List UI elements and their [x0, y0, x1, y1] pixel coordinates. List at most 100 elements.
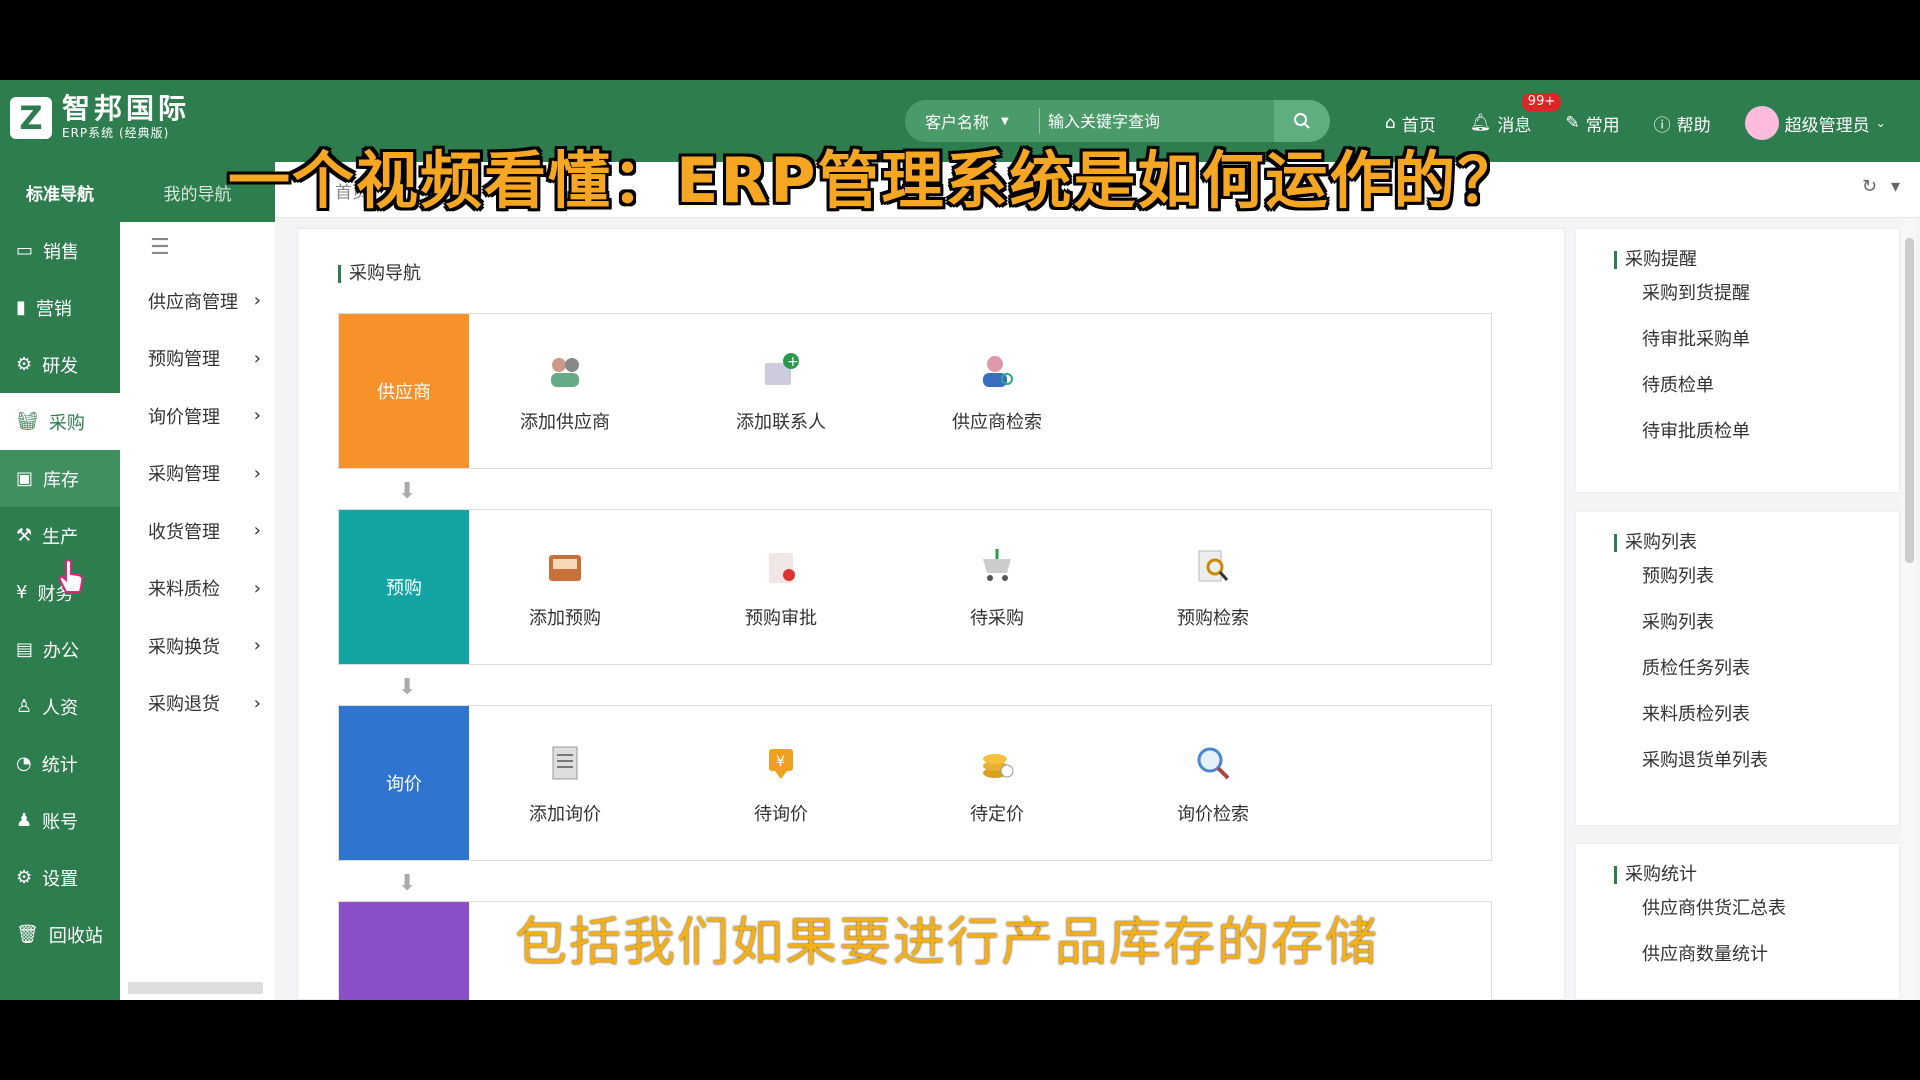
- supplier-search-button[interactable]: 供应商检索: [917, 314, 1077, 468]
- sidebar-item-account[interactable]: ♟ 账号: [0, 792, 120, 849]
- search-input[interactable]: [1040, 111, 1274, 131]
- sidebar-item-settings[interactable]: ⚙ 设置: [0, 849, 120, 906]
- flow-cell-label: 待定价: [970, 804, 1024, 825]
- panel-link[interactable]: 待审批质检单: [1642, 407, 1899, 453]
- tab-standard-nav[interactable]: 标准导航: [0, 162, 120, 222]
- sidebar-item-label: 研发: [42, 355, 79, 377]
- avatar: [1744, 106, 1779, 140]
- panel-link[interactable]: 采购退货单列表: [1642, 736, 1899, 782]
- user-name: 超级管理员: [1784, 115, 1870, 136]
- flow-head: [339, 902, 469, 1000]
- subnav-item[interactable]: 采购换货 ›: [120, 617, 275, 675]
- sidebar-item-office[interactable]: ▤ 办公: [0, 621, 120, 678]
- sidebar-item-marketing[interactable]: ▮ 营销: [0, 279, 120, 336]
- subnav-item[interactable]: 收货管理 ›: [120, 502, 275, 560]
- panel-purchase-reminders: 采购提醒 采购到货提醒 待审批采购单 待质检单 待审批质检单: [1575, 228, 1900, 493]
- panel-title: 采购列表: [1614, 534, 1899, 552]
- panel-link[interactable]: 供应商供货汇总表: [1642, 884, 1899, 930]
- panel-link[interactable]: 待质检单: [1642, 361, 1899, 407]
- scrollbar-thumb[interactable]: [1905, 238, 1914, 563]
- panel-link[interactable]: 来料质检列表: [1642, 690, 1899, 736]
- prepurchase-search-button[interactable]: 预购检索: [1133, 510, 1293, 664]
- pending-inquiry-button[interactable]: ¥ 待询价: [701, 706, 861, 860]
- chevron-right-icon: ›: [253, 462, 261, 484]
- panel-purchase-stats: 采购统计 供应商供货汇总表 供应商数量统计: [1575, 843, 1900, 1000]
- sidebar-item-hr[interactable]: ♙ 人资: [0, 678, 120, 735]
- sidebar-item-inventory[interactable]: ▣ 库存: [0, 450, 120, 507]
- arrow-down-icon: ⬇: [398, 675, 417, 700]
- flow-cell-label: 添加询价: [529, 804, 601, 825]
- prepurchase-approval-button[interactable]: 预购审批: [701, 510, 861, 664]
- flow-cell-label: 添加预购: [529, 608, 601, 629]
- flow-head: 询价: [339, 706, 469, 860]
- subnav-item[interactable]: 预购管理 ›: [120, 330, 275, 388]
- rnd-icon: ⚙: [16, 354, 33, 375]
- hand-cursor-icon: [58, 558, 84, 593]
- magnifier-doc-icon: [1190, 544, 1236, 590]
- sidebar-item-label: 销售: [43, 241, 80, 263]
- add-contact-button[interactable]: + 添加联系人: [701, 314, 861, 468]
- subnav-item[interactable]: 询价管理 ›: [120, 387, 275, 445]
- nav-favorites[interactable]: ✎ 常用: [1565, 111, 1619, 136]
- chart-icon: ▮: [16, 297, 26, 318]
- coins-icon: [974, 740, 1020, 786]
- logo-sub: ERP系统 (经典版): [62, 126, 170, 140]
- help-icon: ⓘ: [1653, 115, 1671, 136]
- sidebar-item-rnd[interactable]: ⚙ 研发: [0, 336, 120, 393]
- sub-sidebar: 我的导航 ☰ 供应商管理 › 预购管理 › 询价管理 › 采购管理 › 收货管理 › 来料…: [120, 162, 275, 1000]
- subnav-item-label: 预购管理: [148, 349, 220, 371]
- subnav-item-label: 采购退货: [148, 694, 220, 716]
- collapse-menu-icon[interactable]: ☰: [120, 222, 275, 272]
- panel-link[interactable]: 质检任务列表: [1642, 644, 1899, 690]
- nav-favorites-label: 常用: [1585, 115, 1620, 136]
- sidebar-item-label: 库存: [43, 469, 80, 491]
- sidebar-item-label: 设置: [42, 868, 79, 890]
- settings-icon: ⚙: [16, 867, 33, 888]
- chevron-down-icon[interactable]: ▾: [1891, 176, 1900, 197]
- tool-icon: ✎: [1565, 113, 1580, 133]
- logo-mark-icon: Z: [10, 96, 52, 139]
- arrow-down-icon: ⬇: [398, 479, 417, 504]
- inquiry-search-button[interactable]: 询价检索: [1133, 706, 1293, 860]
- sidebar-item-sales[interactable]: ▭ 销售: [0, 222, 120, 279]
- sidebar-item-stats[interactable]: ◔ 统计: [0, 735, 120, 792]
- right-panels: 采购提醒 采购到货提醒 待审批采购单 待质检单 待审批质检单 采购列表 预购列表…: [1575, 228, 1900, 1000]
- cart-icon: [974, 544, 1020, 590]
- yen-icon: ¥: [16, 582, 28, 603]
- chevron-right-icon: ›: [253, 347, 261, 369]
- panel-link[interactable]: 采购到货提醒: [1642, 269, 1899, 315]
- add-supplier-button[interactable]: 添加供应商: [485, 314, 645, 468]
- subnav-item[interactable]: 采购管理 ›: [120, 445, 275, 503]
- panel-link[interactable]: 待审批采购单: [1642, 315, 1899, 361]
- sidebar-item-production[interactable]: ⚒ 生产: [0, 507, 120, 564]
- subnav-item-label: 来料质检: [148, 579, 220, 601]
- subnav-item[interactable]: 来料质检 ›: [120, 560, 275, 618]
- add-prepurchase-button[interactable]: 添加预购: [485, 510, 645, 664]
- horizontal-scrollbar[interactable]: [128, 982, 263, 994]
- purchase-nav-panel: 采购导航 供应商 添加供应商 + 添加联系人 供应商检索 ⬇ 预购 添加预购 预…: [297, 228, 1565, 1000]
- pending-pricing-button[interactable]: 待定价: [917, 706, 1077, 860]
- user-menu[interactable]: 超级管理员 ⌄: [1744, 106, 1886, 140]
- panel-link[interactable]: 预购列表: [1642, 552, 1899, 598]
- section-title: 采购导航: [338, 265, 421, 283]
- panel-purchase-lists: 采购列表 预购列表 采购列表 质检任务列表 来料质检列表 采购退货单列表: [1575, 511, 1900, 826]
- subnav-item[interactable]: 采购退货 ›: [120, 675, 275, 733]
- sidebar-item-purchase[interactable]: 🧺︎ 采购: [0, 393, 120, 450]
- panel-link[interactable]: 采购列表: [1642, 598, 1899, 644]
- sidebar-item-recycle[interactable]: 🗑︎ 回收站: [0, 906, 120, 963]
- add-inquiry-button[interactable]: 添加询价: [485, 706, 645, 860]
- list-doc-icon: [542, 740, 588, 786]
- factory-icon: ⚒: [16, 525, 33, 546]
- subnav-item[interactable]: 供应商管理 ›: [120, 272, 275, 330]
- pending-purchase-button[interactable]: 待采购: [917, 510, 1077, 664]
- svg-text:¥: ¥: [776, 754, 785, 770]
- panel-link[interactable]: 供应商数量统计: [1642, 930, 1899, 976]
- chevron-right-icon: ›: [253, 692, 261, 714]
- vertical-scrollbar[interactable]: [1902, 218, 1916, 1000]
- clipboard-icon: [758, 544, 804, 590]
- panel-title: 采购统计: [1614, 866, 1899, 884]
- nav-help[interactable]: ⓘ 帮助: [1654, 111, 1711, 136]
- refresh-icon[interactable]: ↻: [1862, 176, 1877, 197]
- logo[interactable]: Z 智邦国际 ERP系统 (经典版): [10, 94, 190, 141]
- sidebar-item-label: 采购: [48, 412, 85, 434]
